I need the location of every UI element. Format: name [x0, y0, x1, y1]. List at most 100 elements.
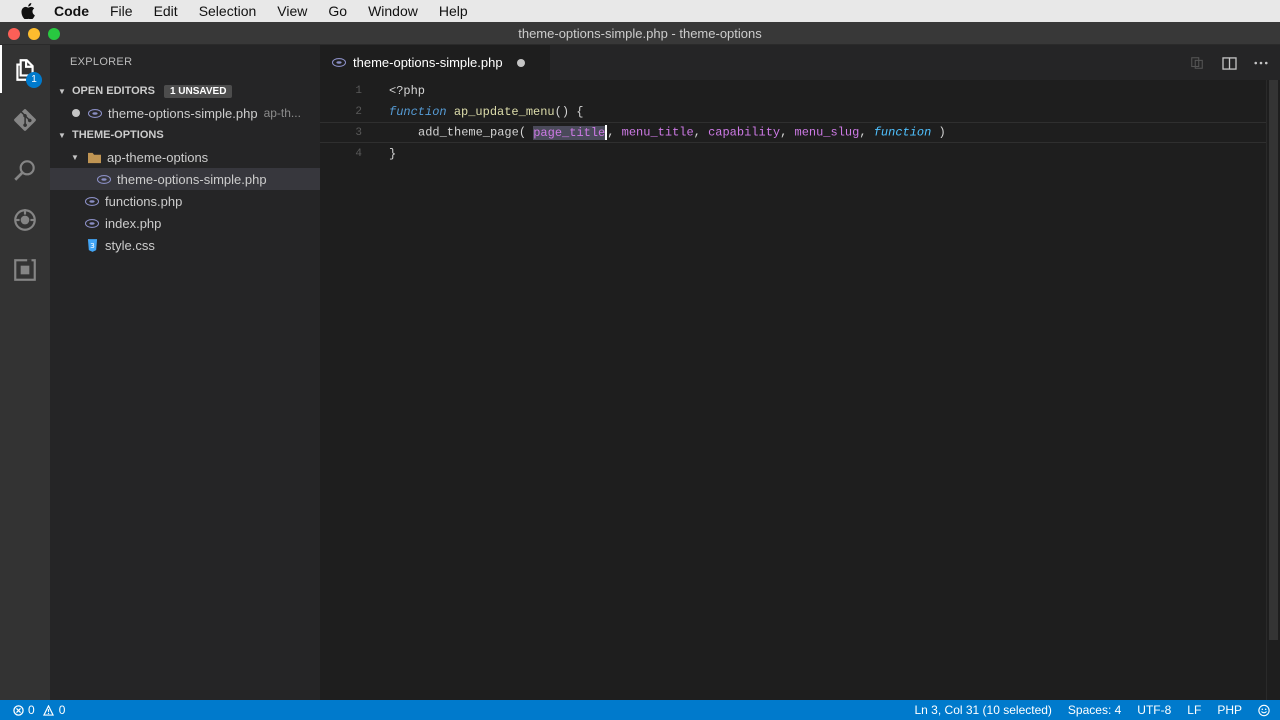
cursor-position[interactable]: Ln 3, Col 31 (10 selected)	[915, 703, 1052, 717]
code-text: function ap_update_menu() {	[389, 105, 583, 119]
tree-file-functions[interactable]: functions.php	[50, 190, 320, 212]
code-line: 2 function ap_update_menu() {	[320, 101, 1266, 122]
open-editor-item[interactable]: theme-options-simple.php ap-th...	[50, 102, 320, 124]
php-file-icon	[96, 171, 112, 187]
param-menu-title: menu_title	[621, 125, 694, 140]
php-file-icon	[87, 105, 103, 121]
window-title: theme-options-simple.php - theme-options	[518, 26, 762, 41]
explorer-badge: 1	[26, 72, 42, 88]
tree-file-style[interactable]: 3 style.css	[50, 234, 320, 256]
active-indicator	[0, 45, 2, 93]
project-header[interactable]: ▼ THEME-OPTIONS	[50, 124, 320, 146]
open-editors-label: OPEN EDITORS	[72, 85, 155, 97]
apple-icon[interactable]	[21, 3, 35, 19]
activity-bar: 1	[0, 45, 50, 700]
git-icon[interactable]	[11, 106, 39, 134]
menu-code[interactable]: Code	[54, 3, 89, 19]
open-editor-filename: theme-options-simple.php	[108, 105, 258, 121]
keyword-function: function	[389, 104, 447, 119]
file-name: theme-options-simple.php	[117, 171, 267, 187]
css-file-icon: 3	[84, 237, 100, 253]
menu-help[interactable]: Help	[439, 3, 468, 19]
warning-count: 0	[58, 703, 66, 717]
file-name: style.css	[105, 237, 155, 253]
unsaved-dot-icon[interactable]	[516, 58, 525, 67]
debug-icon[interactable]	[11, 206, 39, 234]
problems-indicator[interactable]: 0 0	[12, 703, 65, 717]
chevron-down-icon: ▼	[58, 130, 66, 140]
open-editor-folder: ap-th...	[263, 106, 301, 120]
line-number: 3	[355, 126, 362, 139]
file-name: index.php	[105, 215, 162, 231]
line-number: 1	[355, 84, 362, 97]
folder-name: ap-theme-options	[107, 149, 209, 165]
function-call: add_theme_page(	[418, 125, 527, 140]
open-editors-header[interactable]: ▼ OPEN EDITORS 1 UNSAVED	[50, 80, 320, 102]
code-line-current: 3 add_theme_page( page_title, menu_title…	[320, 122, 1266, 143]
open-changes-icon[interactable]	[1188, 55, 1206, 71]
scrollbar-thumb[interactable]	[1269, 80, 1278, 640]
line-number: 4	[355, 147, 362, 160]
menu-view[interactable]: View	[277, 3, 307, 19]
tree-file-index[interactable]: index.php	[50, 212, 320, 234]
text-cursor	[605, 125, 608, 140]
code-text: add_theme_page( page_title, menu_title, …	[418, 125, 946, 140]
tree-file-theme-options-simple[interactable]: theme-options-simple.php	[50, 168, 320, 190]
project-label: THEME-OPTIONS	[72, 129, 164, 141]
tab-label: theme-options-simple.php	[353, 55, 503, 70]
menu-edit[interactable]: Edit	[154, 3, 178, 19]
param-page-title: page_title	[533, 125, 606, 140]
menu-selection[interactable]: Selection	[199, 3, 257, 19]
folder-row[interactable]: ▼ ap-theme-options	[50, 146, 320, 168]
unsaved-dot-icon[interactable]	[72, 109, 80, 117]
encoding[interactable]: UTF-8	[1137, 703, 1171, 717]
explorer-sidebar: EXPLORER ▼ OPEN EDITORS 1 UNSAVED theme-…	[50, 45, 320, 700]
feedback-smiley-icon[interactable]	[1258, 704, 1270, 716]
menu-window[interactable]: Window	[368, 3, 418, 19]
search-icon[interactable]	[11, 156, 39, 184]
code-editor[interactable]: 1 <?php 2 function ap_update_menu() { 3 …	[320, 80, 1280, 700]
code-punct: }	[389, 146, 397, 161]
param-menu-slug: menu_slug	[794, 125, 860, 140]
extensions-icon[interactable]	[11, 256, 39, 284]
code-punct: () {	[554, 104, 584, 119]
editor-actions	[1188, 55, 1270, 71]
unsaved-badge: 1 UNSAVED	[163, 84, 233, 98]
code-punct: )	[938, 125, 946, 140]
status-bar: 0 0 Ln 3, Col 31 (10 selected) Spaces: 4…	[0, 700, 1280, 720]
chevron-down-icon: ▼	[58, 86, 66, 96]
tab-theme-options-simple[interactable]: theme-options-simple.php	[320, 45, 550, 80]
code-text: <?php	[389, 84, 425, 98]
sidebar-title: EXPLORER	[70, 56, 133, 68]
code-text: }	[389, 147, 396, 161]
menu-file[interactable]: File	[110, 3, 133, 19]
status-right: Ln 3, Col 31 (10 selected) Spaces: 4 UTF…	[915, 700, 1271, 720]
svg-text:3: 3	[90, 241, 95, 250]
param-capability: capability	[708, 125, 781, 140]
code-line: 1 <?php	[320, 80, 1266, 101]
editor-tabs: theme-options-simple.php	[320, 45, 1280, 80]
param-function: function	[873, 125, 932, 140]
window-titlebar: theme-options-simple.php - theme-options	[0, 22, 1280, 45]
split-editor-icon[interactable]	[1220, 55, 1238, 71]
function-name: ap_update_menu	[453, 104, 555, 119]
php-file-icon	[331, 55, 347, 71]
php-open-tag: <?php	[389, 83, 426, 98]
more-actions-icon[interactable]	[1252, 55, 1270, 71]
warning-icon	[43, 704, 55, 716]
php-file-icon	[84, 193, 100, 209]
line-ending[interactable]: LF	[1187, 703, 1201, 717]
language-mode[interactable]: PHP	[1217, 703, 1242, 717]
error-icon	[12, 704, 24, 716]
indentation[interactable]: Spaces: 4	[1068, 703, 1121, 717]
menu-go[interactable]: Go	[328, 3, 347, 19]
code-line: 4 }	[320, 143, 1266, 164]
line-number: 2	[355, 105, 362, 118]
editor-scrollbar[interactable]	[1266, 80, 1280, 700]
php-file-icon	[84, 215, 100, 231]
folder-icon	[86, 149, 102, 165]
macos-menubar: Code File Edit Selection View Go Window …	[0, 0, 1280, 22]
error-count: 0	[28, 703, 35, 717]
file-name: functions.php	[105, 193, 183, 209]
chevron-down-icon: ▼	[71, 152, 79, 162]
